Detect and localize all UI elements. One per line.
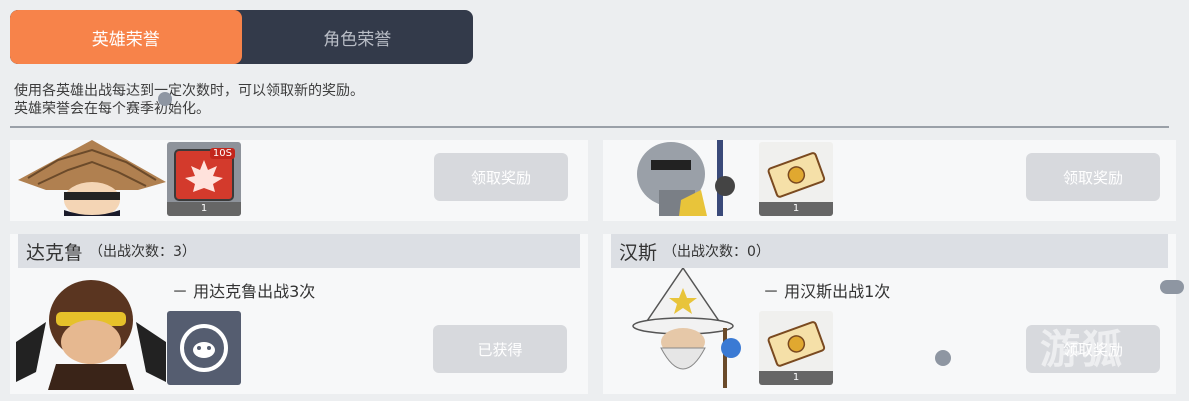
reward-quantity: 1	[759, 202, 833, 216]
obtained-button[interactable]: 已获得	[433, 325, 567, 373]
reward-item-maple-leaf[interactable]: 10S 1	[167, 142, 241, 216]
hero-name: 汉斯	[619, 241, 658, 264]
battle-count: （出战次数：3）	[89, 244, 196, 260]
hero-portrait-dakelu	[16, 280, 166, 390]
watermark: 游狐	[1040, 327, 1124, 373]
reward-card-top-left: 10S 1 领取奖励	[10, 140, 588, 221]
tab-character-honor[interactable]: 角色荣誉	[242, 10, 474, 64]
description-line-2: 英雄荣誉会在每个赛季初始化。	[14, 101, 210, 117]
hero-portrait-knight	[637, 140, 735, 216]
divider	[10, 126, 1169, 128]
condition-text: － 用达克鲁出战3次	[172, 282, 316, 301]
hero-portrait-hansi	[632, 268, 741, 388]
floating-indicator	[1160, 280, 1184, 294]
small-gray-badge	[158, 92, 172, 106]
tab-hero-honor[interactable]: 英雄荣誉	[10, 10, 242, 64]
floating-dot	[935, 350, 951, 366]
claim-reward-button[interactable]: 领取奖励	[434, 153, 568, 201]
reward-quantity: 1	[759, 371, 833, 385]
reward-quantity: 1	[167, 202, 241, 216]
reward-item-ticket[interactable]: 1	[759, 142, 833, 216]
hero-card-header: 汉斯 （出战次数：0）	[611, 234, 1168, 268]
description-line-1: 使用各英雄出战每达到一定次数时，可以领取新的奖励。	[14, 83, 364, 99]
tab-bar: 英雄荣誉 角色荣誉	[10, 10, 473, 64]
reward-badge: 10S	[209, 148, 235, 159]
description: 使用各英雄出战每达到一定次数时，可以领取新的奖励。 英雄荣誉会在每个赛季初始化。	[14, 82, 364, 118]
condition-text: － 用汉斯出战1次	[763, 282, 891, 301]
hero-card-header: 达克鲁 （出战次数：3）	[18, 234, 580, 268]
hero-card-dakelu: 达克鲁 （出战次数：3） － 用达克鲁出战3次 已获得	[10, 234, 588, 394]
reward-card-top-right: 1 领取奖励	[603, 140, 1176, 221]
hero-portrait-straw-hat	[18, 140, 166, 216]
hero-name: 达克鲁	[26, 241, 84, 264]
claim-reward-button[interactable]: 领取奖励	[1026, 153, 1160, 201]
reward-item-ticket[interactable]: 1	[759, 311, 833, 385]
pet-face-icon	[180, 324, 228, 372]
reward-item-pet[interactable]	[167, 311, 241, 385]
battle-count: （出战次数：0）	[663, 244, 770, 260]
